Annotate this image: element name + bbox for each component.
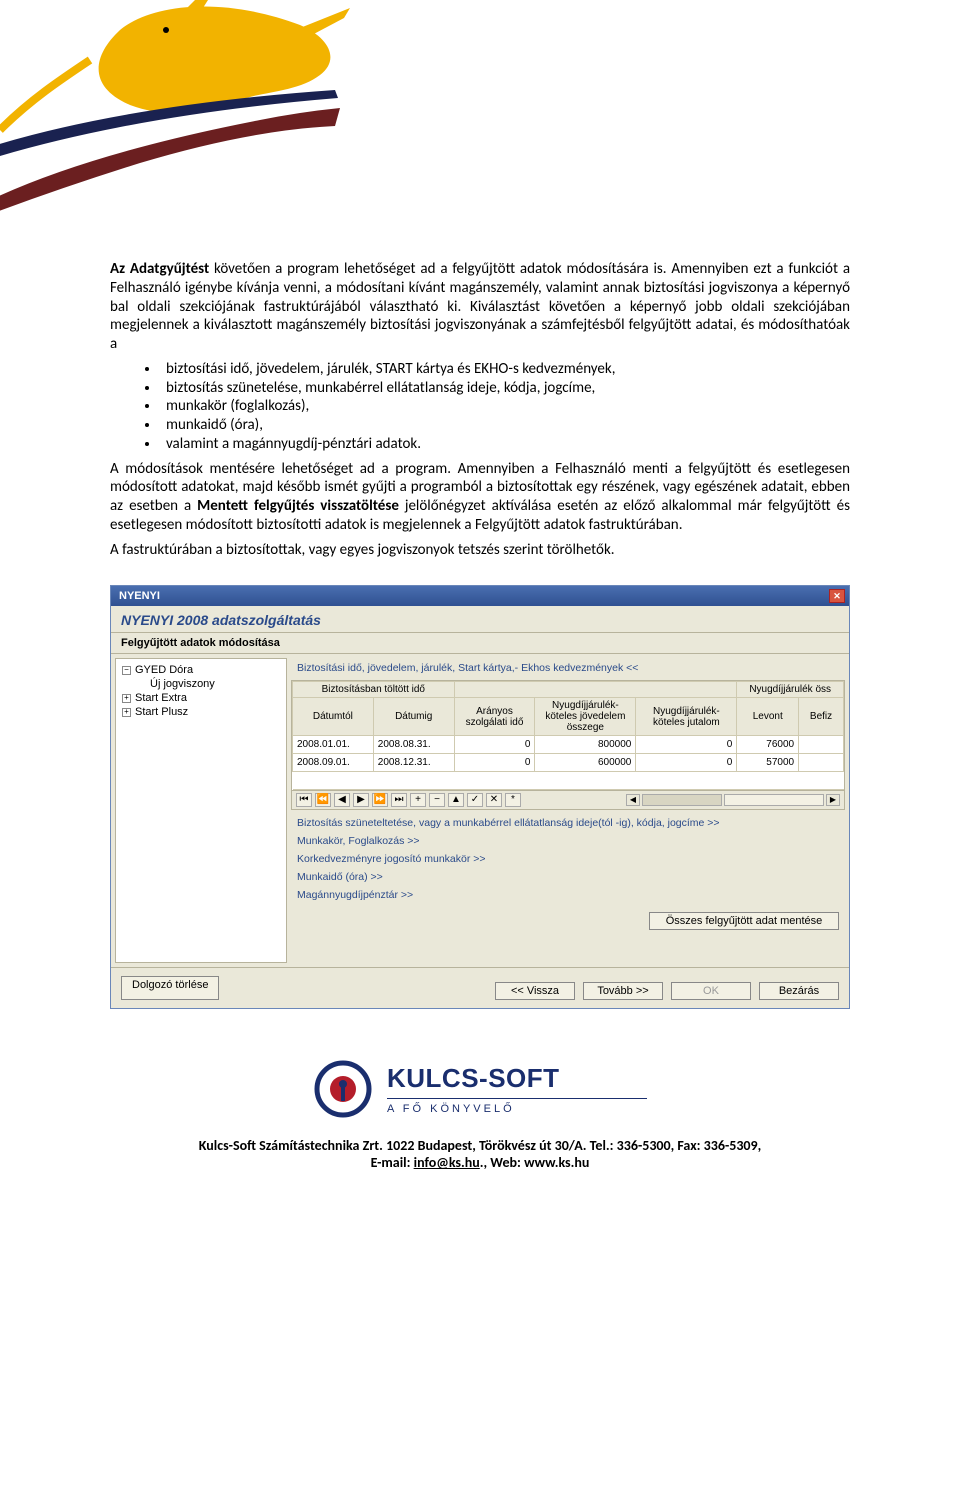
footer-email-link[interactable]: info@ks.hu — [414, 1154, 480, 1171]
nav-edit-icon[interactable]: ▲ — [448, 793, 464, 807]
nav-remove-icon[interactable]: − — [429, 793, 445, 807]
nav-cancel-icon[interactable]: ✕ — [486, 793, 502, 807]
col-header[interactable]: Arányos szolgálati idő — [454, 698, 535, 736]
close-icon[interactable]: ✕ — [829, 589, 845, 603]
nav-add-icon[interactable]: + — [410, 793, 426, 807]
close-button[interactable]: Bezárás — [759, 982, 839, 1000]
bullet-item: biztosítási idő, jövedelem, járulék, STA… — [160, 360, 850, 379]
app-section-label: Felgyűjtött adatok módosítása — [111, 633, 849, 654]
logo-title: KULCS-SOFT — [387, 1063, 647, 1094]
footer-contact: E-mail: info@ks.hu., Web: www.ks.hu — [60, 1154, 900, 1171]
section-toggle-biztositasi[interactable]: Biztosítási idő, jövedelem, járulék, Sta… — [291, 658, 845, 680]
table-row[interactable]: 2008.01.01. 2008.08.31. 0 800000 0 76000 — [293, 736, 844, 754]
table-row[interactable]: 2008.09.01. 2008.12.31. 0 600000 0 57000 — [293, 754, 844, 772]
tree-pane[interactable]: − GYED Dóra Új jogviszony + Start Extra … — [115, 658, 287, 963]
horizontal-scrollbar[interactable]: ◀ ▶ — [626, 794, 840, 806]
kulcs-soft-logo-icon — [313, 1059, 373, 1119]
col-header[interactable]: Nyugdíjjárulék-köteles jutalom — [636, 698, 737, 736]
paragraph-2: A módosítások mentésére lehetőséget ad a… — [110, 460, 850, 535]
expand-icon[interactable]: + — [122, 708, 131, 717]
col-group: Nyugdíjjárulék öss — [737, 682, 844, 698]
back-button[interactable]: << Vissza — [495, 982, 575, 1000]
nav-prev-page-icon[interactable]: ⏪ — [315, 793, 331, 807]
nav-next-page-icon[interactable]: ⏩ — [372, 793, 388, 807]
tree-label: Új jogviszony — [150, 678, 215, 690]
app-titlebar: NYENYI ✕ — [111, 586, 849, 606]
nav-first-icon[interactable]: ⏮ — [296, 793, 312, 807]
tree-label: GYED Dóra — [135, 664, 193, 676]
col-group — [454, 682, 737, 698]
save-all-button[interactable]: Összes felgyűjtött adat mentése — [649, 912, 839, 930]
document-body: Az Adatgyűjtést követően a program lehet… — [0, 220, 960, 575]
app-window: NYENYI ✕ NYENYI 2008 adatszolgáltatás Fe… — [110, 585, 850, 1009]
data-grid[interactable]: Biztosításban töltött idő Nyugdíjjárulék… — [291, 680, 845, 810]
col-header[interactable]: Dátumtól — [293, 698, 374, 736]
tree-label: Start Extra — [135, 692, 187, 704]
tree-item[interactable]: + Start Plusz — [122, 705, 280, 719]
next-button[interactable]: Tovább >> — [583, 982, 663, 1000]
bullet-list: biztosítási idő, jövedelem, járulék, STA… — [110, 360, 850, 454]
grid-navigator: ⏮ ⏪ ◀ ▶ ⏩ ⏭ + − ▲ ✓ ✕ * ◀ — [292, 790, 844, 809]
app-title: NYENYI — [119, 590, 160, 602]
section-toggle-szunet[interactable]: Biztosítás szüneteltetése, vagy a munkab… — [297, 814, 839, 832]
paragraph-3: A fastruktúrában a biztosítottak, vagy e… — [110, 541, 850, 560]
tree-item[interactable]: + Start Extra — [122, 691, 280, 705]
col-header[interactable]: Levont — [737, 698, 799, 736]
tree-item[interactable]: Új jogviszony — [150, 677, 280, 691]
section-toggle-korkedv[interactable]: Korkedvezményre jogosító munkakör >> — [297, 850, 839, 868]
delete-worker-button[interactable]: Dolgozó törlése — [121, 976, 219, 1000]
section-toggle-maganyug[interactable]: Magánnyugdíjpénztár >> — [297, 886, 839, 904]
col-header[interactable]: Dátumig — [373, 698, 454, 736]
col-header[interactable]: Befiz — [799, 698, 844, 736]
paragraph-1: Az Adatgyűjtést követően a program lehet… — [110, 260, 850, 354]
footer-address: Kulcs-Soft Számítástechnika Zrt. 1022 Bu… — [60, 1137, 900, 1154]
bullet-item: munkaidő (óra), — [160, 416, 850, 435]
tree-item[interactable]: − GYED Dóra — [122, 663, 280, 677]
section-toggle-munkaido[interactable]: Munkaidő (óra) >> — [297, 868, 839, 886]
expand-icon[interactable]: + — [122, 694, 131, 703]
bullet-item: biztosítás szünetelése, munkabérrel ellá… — [160, 379, 850, 398]
scroll-left-icon[interactable]: ◀ — [626, 794, 640, 806]
scroll-right-icon[interactable]: ▶ — [826, 794, 840, 806]
header-decorative-swoosh — [0, 0, 960, 220]
p1-lead: Az Adatgyűjtést — [110, 260, 209, 278]
nav-prev-icon[interactable]: ◀ — [334, 793, 350, 807]
col-group: Biztosításban töltött idő — [293, 682, 455, 698]
bullet-item: valamint a magánnyugdíj-pénztári adatok. — [160, 435, 850, 454]
section-toggle-munkakor[interactable]: Munkakör, Foglalkozás >> — [297, 832, 839, 850]
nav-next-icon[interactable]: ▶ — [353, 793, 369, 807]
bullet-item: munkakör (foglalkozás), — [160, 397, 850, 416]
nav-post-icon[interactable]: ✓ — [467, 793, 483, 807]
collapse-icon[interactable]: − — [122, 666, 131, 675]
nav-last-icon[interactable]: ⏭ — [391, 793, 407, 807]
tree-label: Start Plusz — [135, 706, 188, 718]
document-footer: KULCS-SOFT A FŐ KÖNYVELŐ Kulcs-Soft Szám… — [0, 1019, 960, 1191]
ok-button[interactable]: OK — [671, 982, 751, 1000]
col-header[interactable]: Nyugdíjjárulék-köteles jövedelem összege — [535, 698, 636, 736]
nav-refresh-icon[interactable]: * — [505, 793, 521, 807]
app-subtitle: NYENYI 2008 adatszolgáltatás — [111, 606, 849, 633]
logo-subtitle: A FŐ KÖNYVELŐ — [387, 1103, 647, 1115]
